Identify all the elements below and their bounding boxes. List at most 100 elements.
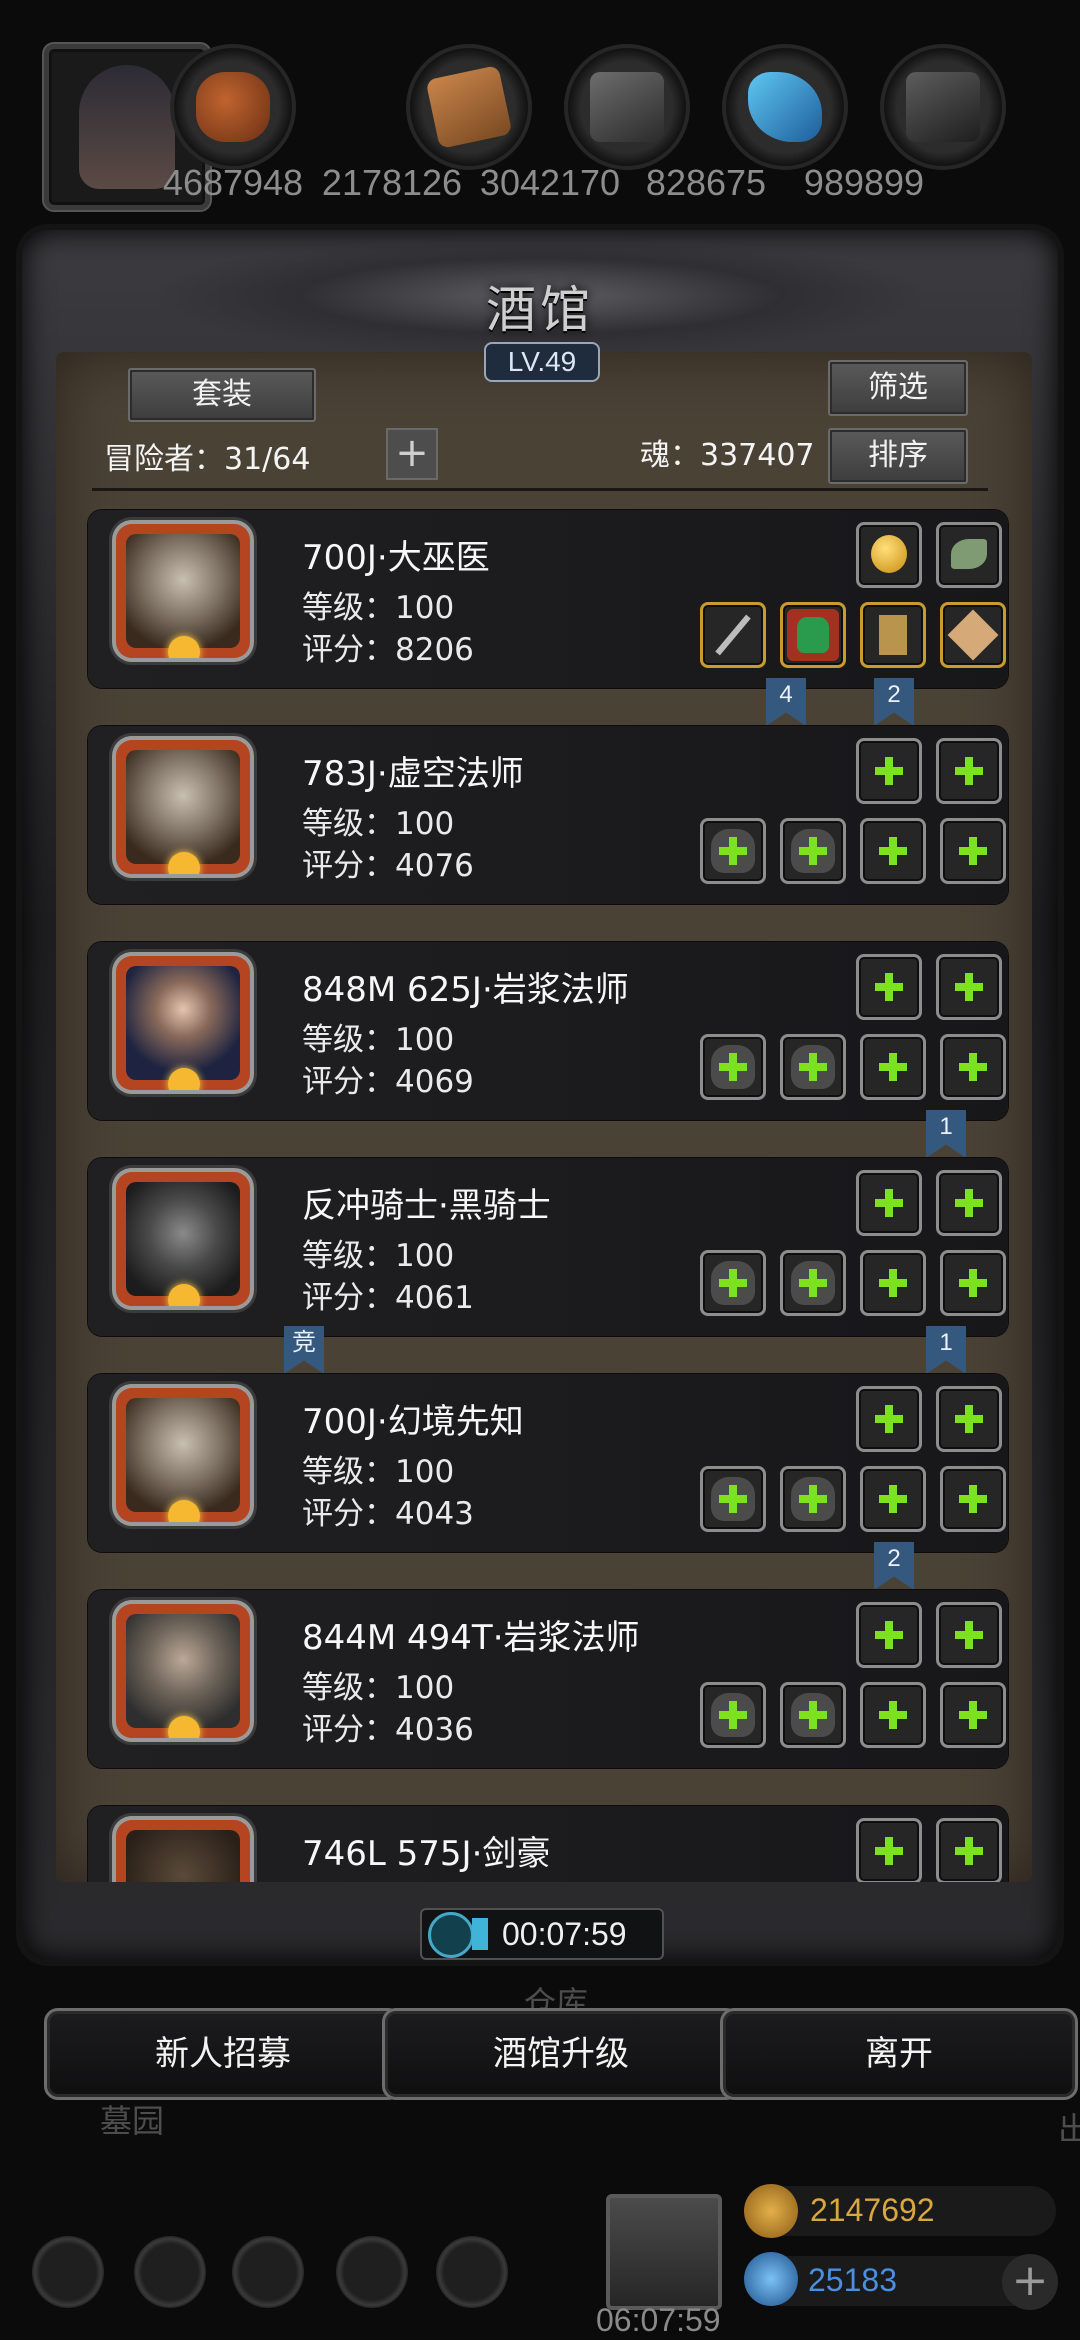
timer-progress	[472, 1918, 488, 1950]
empty-slot[interactable]	[700, 818, 766, 884]
empty-slot[interactable]	[860, 818, 926, 884]
achievement-star-icon[interactable]	[134, 2236, 206, 2308]
leave-button[interactable]: 离开	[720, 2008, 1078, 2100]
gift-box-icon[interactable]	[606, 2194, 722, 2310]
empty-slot[interactable]	[936, 738, 1002, 804]
set-button[interactable]: 套装	[128, 368, 316, 422]
timer-text: 00:07:59	[502, 1916, 627, 1952]
empty-slot[interactable]	[856, 1386, 922, 1452]
add-icon	[959, 1053, 987, 1081]
hero-name: 783J·虚空法师	[302, 754, 524, 794]
empty-slot[interactable]	[860, 1466, 926, 1532]
hero-card[interactable]: 反冲骑士·黑骑士 等级：100 评分：4061	[88, 1158, 1008, 1336]
add-icon	[799, 1053, 827, 1081]
equip-slot-armor[interactable]	[780, 602, 846, 668]
empty-slot[interactable]	[860, 1682, 926, 1748]
empty-slot[interactable]	[936, 1386, 1002, 1452]
empty-slot[interactable]	[780, 1250, 846, 1316]
meat-resource[interactable]	[174, 48, 292, 166]
hero-level: 等级：100	[302, 590, 455, 626]
equip-slot-leaf[interactable]	[936, 522, 1002, 588]
crystal-resource[interactable]	[726, 48, 844, 166]
empty-slot[interactable]	[856, 1818, 922, 1882]
add-icon	[719, 837, 747, 865]
exit-label: 出	[1058, 2110, 1080, 2148]
wood-resource[interactable]	[410, 48, 528, 166]
empty-slot[interactable]	[780, 1034, 846, 1100]
empty-slot[interactable]	[940, 1682, 1006, 1748]
empty-slot[interactable]	[936, 1602, 1002, 1668]
cemetery-label: 墓园	[100, 2102, 165, 2140]
empty-slot[interactable]	[860, 1034, 926, 1100]
crystal-icon	[748, 72, 822, 142]
hero-avatar	[116, 1172, 250, 1306]
clock-icon	[428, 1912, 474, 1958]
add-icon	[875, 1405, 903, 1433]
hero-list[interactable]: 700J·大巫医 等级：100 评分：8206 4 2 783J·虚空法师 等级…	[56, 500, 1032, 1882]
empty-slot[interactable]	[780, 818, 846, 884]
iron-ingot-icon	[590, 72, 664, 142]
filter-button[interactable]: 筛选	[828, 360, 968, 416]
golden-apple-icon	[871, 535, 907, 573]
add-icon	[875, 973, 903, 1001]
hero-name: 反冲骑士·黑骑士	[302, 1186, 551, 1226]
equip-slot-weapon[interactable]	[700, 602, 766, 668]
rank-ribbon: 4	[766, 678, 806, 726]
empty-slot[interactable]	[940, 818, 1006, 884]
hero-avatar	[116, 1388, 250, 1522]
boots-icon	[879, 615, 907, 655]
add-icon	[875, 1189, 903, 1217]
tavern-upgrade-button[interactable]: 酒馆升级	[382, 2008, 740, 2100]
stone-icon	[906, 72, 980, 142]
hero-card[interactable]: 700J·大巫医 等级：100 评分：8206	[88, 510, 1008, 688]
empty-slot[interactable]	[780, 1682, 846, 1748]
iron-resource[interactable]	[568, 48, 686, 166]
empty-slot[interactable]	[856, 1170, 922, 1236]
empty-slot[interactable]	[700, 1466, 766, 1532]
shaman-portrait-icon	[126, 1398, 240, 1512]
guild-castle-icon[interactable]	[232, 2236, 304, 2308]
equip-slot-ring[interactable]	[940, 602, 1006, 668]
mail-icon[interactable]	[336, 2236, 408, 2308]
add-adventurer-button[interactable]: +	[386, 428, 438, 480]
adventurer-count: 冒险者：31/64	[104, 442, 311, 477]
hero-level: 等级：100	[302, 1454, 455, 1490]
hero-card[interactable]: 783J·虚空法师 等级：100 评分：4076	[88, 726, 1008, 904]
equip-slot-apple[interactable]	[856, 522, 922, 588]
empty-slot[interactable]	[700, 1034, 766, 1100]
add-icon	[719, 1269, 747, 1297]
hero-card[interactable]: 848M 625J·岩浆法师 等级：100 评分：4069	[88, 942, 1008, 1120]
stone-resource[interactable]	[884, 48, 1002, 166]
hero-card[interactable]: 746L 575J·剑豪	[88, 1806, 1008, 1882]
hero-card[interactable]: 700J·幻境先知 等级：100 评分：4043	[88, 1374, 1008, 1552]
add-icon	[799, 1269, 827, 1297]
equip-slot-boots[interactable]	[860, 602, 926, 668]
empty-slot[interactable]	[700, 1682, 766, 1748]
empty-slot[interactable]	[860, 1250, 926, 1316]
elf-portrait-icon	[126, 1614, 240, 1728]
empty-slot[interactable]	[936, 1818, 1002, 1882]
rank-ribbon: 1	[926, 1110, 966, 1158]
add-currency-button[interactable]: +	[1002, 2254, 1058, 2310]
rank-shield-icon[interactable]	[436, 2236, 508, 2308]
hero-level: 等级：100	[302, 806, 455, 842]
add-icon	[959, 1485, 987, 1513]
empty-slot[interactable]	[940, 1034, 1006, 1100]
empty-slot[interactable]	[940, 1250, 1006, 1316]
empty-slot[interactable]	[856, 738, 922, 804]
add-icon	[959, 1701, 987, 1729]
hero-card[interactable]: 844M 494T·岩浆法师 等级：100 评分：4036	[88, 1590, 1008, 1768]
sort-button[interactable]: 排序	[828, 428, 968, 484]
empty-slot[interactable]	[940, 1466, 1006, 1532]
empty-slot[interactable]	[780, 1466, 846, 1532]
recruit-button[interactable]: 新人招募	[44, 2008, 402, 2100]
empty-slot[interactable]	[936, 1170, 1002, 1236]
settings-gear-icon[interactable]	[32, 2236, 104, 2308]
empty-slot[interactable]	[856, 1602, 922, 1668]
empty-slot[interactable]	[936, 954, 1002, 1020]
empty-slot[interactable]	[856, 954, 922, 1020]
empty-slot[interactable]	[700, 1250, 766, 1316]
shaman-portrait-icon	[126, 750, 240, 864]
gift-timer: 06:07:59	[596, 2302, 721, 2338]
leaf-icon	[951, 539, 987, 569]
